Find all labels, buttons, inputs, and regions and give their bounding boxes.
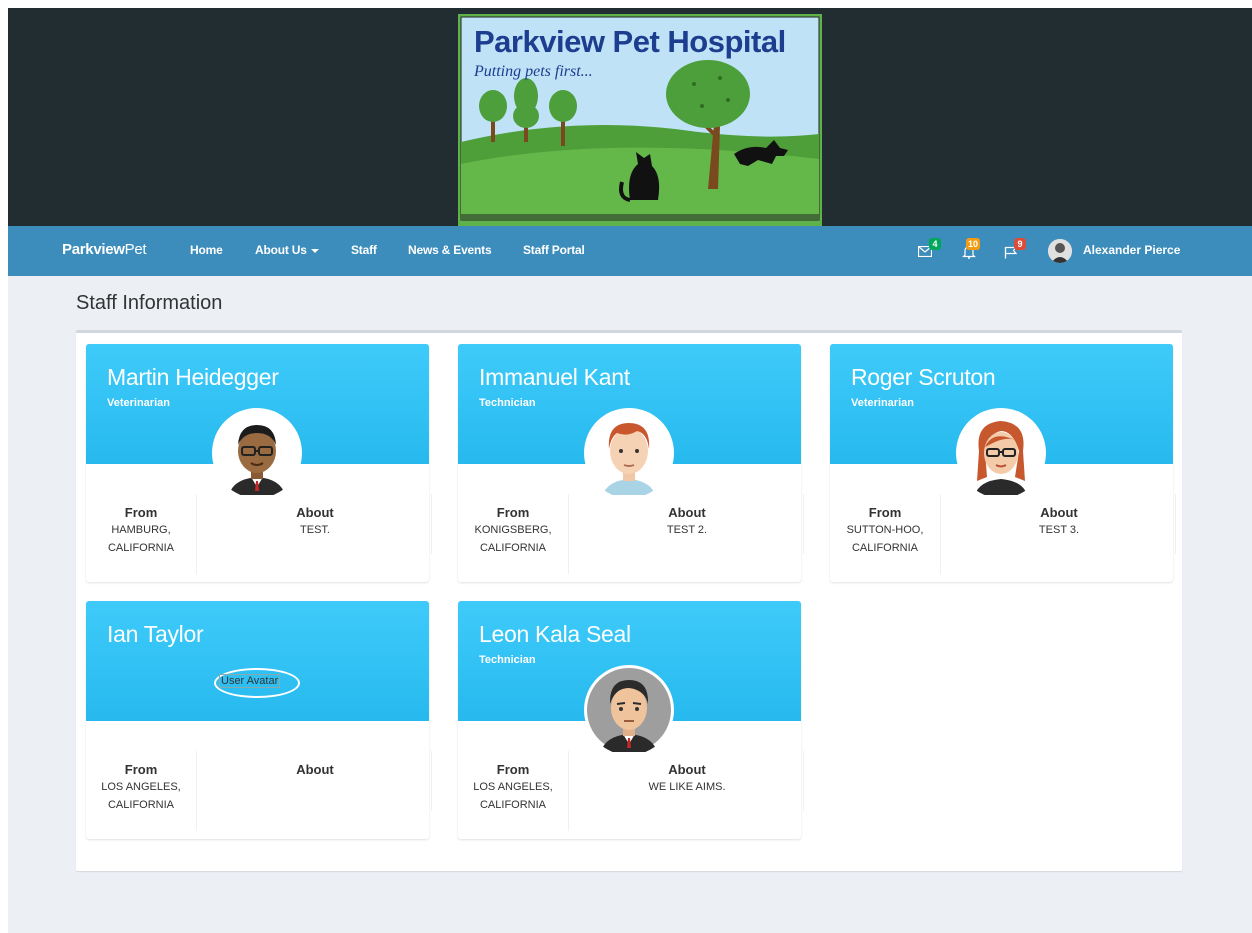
notifications-badge: 10 — [966, 238, 981, 250]
staff-avatar — [956, 408, 1046, 498]
about-label: About — [296, 762, 334, 777]
tasks-badge: 9 — [1014, 238, 1026, 250]
staff-avatar — [212, 408, 302, 498]
messages-menu[interactable]: 4 — [916, 238, 942, 264]
about-column: About — [199, 751, 432, 811]
staff-role: Veterinarian — [851, 397, 914, 409]
from-value: SUTTON-HOO, CALIFORNIA — [846, 524, 924, 554]
about-value: TEST 3. — [1038, 524, 1080, 536]
staff-card: Leon Kala Seal Technician From LOS ANGEL… — [458, 601, 804, 839]
nav-about-us[interactable]: About Us — [255, 243, 319, 257]
main-navbar: ParkviewPet Home About Us Staff News & E… — [8, 226, 1252, 276]
from-label: From — [124, 505, 158, 520]
staff-name: Roger Scruton — [851, 364, 996, 390]
logo-tagline: Putting pets first... — [473, 63, 593, 80]
about-label: About — [668, 505, 706, 520]
staff-name: Immanuel Kant — [479, 364, 630, 390]
staff-name: Leon Kala Seal — [479, 621, 631, 647]
from-label: From — [868, 505, 902, 520]
about-column: About TEST. — [199, 494, 432, 554]
from-value: KONIGSBERG, CALIFORNIA — [474, 524, 552, 554]
nav-home[interactable]: Home — [190, 243, 223, 257]
staff-role: Technician — [479, 654, 536, 666]
staff-card: Roger Scruton Veterinarian From SUTTON-H… — [830, 344, 1176, 582]
about-label: About — [1040, 505, 1078, 520]
about-column: About TEST 3. — [943, 494, 1176, 554]
from-value: LOS ANGELES, CALIFORNIA — [473, 781, 553, 811]
staff-name: Martin Heidegger — [107, 364, 279, 390]
about-label: About — [296, 505, 334, 520]
broken-avatar-image: User Avatar — [214, 668, 300, 698]
from-column: From HAMBURG, CALIFORNIA — [86, 494, 197, 574]
user-avatar — [1048, 239, 1072, 263]
about-label: About — [668, 762, 706, 777]
about-value: TEST. — [300, 524, 330, 536]
from-label: From — [124, 762, 158, 777]
about-value: WE LIKE AIMS. — [648, 781, 726, 793]
from-column: From SUTTON-HOO, CALIFORNIA — [830, 494, 941, 574]
nav-staff[interactable]: Staff — [351, 243, 377, 257]
nav-about-us-label: About Us — [255, 243, 307, 257]
page-frame: Parkview Pet Hospital Putting pets first… — [8, 8, 1252, 933]
nav-staff-portal[interactable]: Staff Portal — [523, 243, 585, 257]
about-value: TEST 2. — [666, 524, 708, 536]
logo-illustration: Parkview Pet Hospital Putting pets first… — [458, 14, 822, 226]
nav-news-events[interactable]: News & Events — [408, 243, 492, 257]
messages-badge: 4 — [929, 238, 941, 250]
logo-title: Parkview Pet Hospital — [474, 24, 786, 59]
staff-card-footer: From HAMBURG, CALIFORNIA About TEST. — [86, 494, 432, 574]
staff-card: Ian Taylor User Avatar From LOS ANGELES,… — [86, 601, 432, 839]
page-title: Staff Information — [76, 292, 223, 314]
brand-light: Pet — [124, 241, 147, 258]
navbar-brand[interactable]: ParkviewPet — [62, 241, 147, 258]
staff-name: Ian Taylor — [107, 621, 204, 647]
avatar-alt-text: User Avatar — [218, 674, 281, 688]
about-column: About WE LIKE AIMS. — [571, 751, 804, 811]
notifications-menu[interactable]: 10 — [960, 238, 986, 264]
staff-role: Veterinarian — [107, 397, 170, 409]
from-column: From LOS ANGELES, CALIFORNIA — [458, 751, 569, 831]
staff-card-footer: From KONIGSBERG, CALIFORNIA About TEST 2… — [458, 494, 804, 574]
from-label: From — [496, 762, 530, 777]
staff-avatar — [584, 408, 674, 498]
from-label: From — [496, 505, 530, 520]
caret-down-icon — [310, 248, 319, 253]
staff-card-footer: From LOS ANGELES, CALIFORNIA About WE LI… — [458, 751, 804, 831]
staff-card-footer: From SUTTON-HOO, CALIFORNIA About TEST 3… — [830, 494, 1176, 574]
hospital-logo[interactable]: Parkview Pet Hospital Putting pets first… — [458, 14, 822, 226]
staff-box: Martin Heidegger Veterinarian From HAMBU… — [76, 330, 1182, 871]
header-banner: Parkview Pet Hospital Putting pets first… — [8, 8, 1252, 226]
staff-card: Martin Heidegger Veterinarian From HAMBU… — [86, 344, 432, 582]
staff-card-footer: From LOS ANGELES, CALIFORNIA About — [86, 751, 432, 831]
brand-bold: Parkview — [62, 241, 125, 258]
staff-card-header[interactable]: Ian Taylor — [86, 601, 429, 721]
about-column: About TEST 2. — [571, 494, 804, 554]
user-name: Alexander Pierce — [1083, 243, 1181, 257]
from-column: From LOS ANGELES, CALIFORNIA — [86, 751, 197, 831]
from-column: From KONIGSBERG, CALIFORNIA — [458, 494, 569, 574]
staff-card: Immanuel Kant Technician From KONIGSBERG… — [458, 344, 804, 582]
from-value: HAMBURG, CALIFORNIA — [107, 524, 174, 554]
staff-role: Technician — [479, 397, 536, 409]
from-value: LOS ANGELES, CALIFORNIA — [101, 781, 181, 811]
tasks-menu[interactable]: 9 — [1002, 238, 1028, 264]
staff-avatar — [584, 665, 674, 755]
